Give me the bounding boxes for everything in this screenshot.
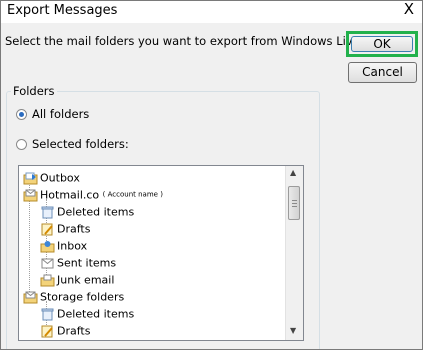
all-folders-radio[interactable] (16, 109, 27, 120)
tree-item-sent-items[interactable]: Sent items (40, 254, 116, 271)
scroll-down-icon[interactable]: ▼ (290, 326, 296, 335)
tree-item-outbox[interactable]: Outbox (23, 169, 80, 186)
junk-email-icon (40, 274, 55, 286)
storage-folder-icon (23, 291, 38, 303)
tree-scrollbar[interactable]: ▲ ▼ (285, 166, 303, 340)
drafts-icon (41, 325, 53, 337)
tree-item-inbox[interactable]: Inbox (40, 237, 87, 254)
cancel-button[interactable]: Cancel (348, 62, 417, 83)
tree-item-junk-email[interactable]: Junk email (40, 271, 114, 288)
scroll-thumb[interactable] (288, 186, 300, 220)
export-messages-dialog: Export Messages X Select the mail folder… (0, 0, 423, 350)
recycle-bin-icon (41, 206, 54, 218)
account-folder-icon (23, 189, 38, 201)
folder-tree[interactable]: Outbox Hotmail.co ( Account name ) Delet… (18, 165, 304, 341)
all-folders-label[interactable]: All folders (32, 107, 89, 121)
ok-button-highlight: OK (346, 31, 418, 57)
tree-item-hotmail[interactable]: Hotmail.co ( Account name ) (23, 186, 163, 203)
tree-item-deleted-items[interactable]: Deleted items (40, 203, 134, 220)
drafts-icon (41, 223, 53, 235)
tree-item-drafts[interactable]: Drafts (40, 220, 90, 237)
tree-item-storage-folders[interactable]: Storage folders (23, 288, 124, 305)
tree-item-storage-drafts[interactable]: Drafts (40, 322, 90, 339)
recycle-bin-icon (41, 308, 54, 320)
scroll-up-icon[interactable]: ▲ (290, 168, 296, 177)
selected-folders-label[interactable]: Selected folders: (32, 137, 129, 151)
folders-group-label: Folders (11, 84, 57, 98)
instruction-text: Select the mail folders you want to expo… (5, 34, 391, 48)
sent-items-icon (41, 258, 54, 268)
outbox-folder-icon (23, 172, 38, 184)
inbox-icon (40, 240, 55, 252)
ok-button[interactable]: OK (351, 36, 413, 52)
tree-item-storage-deleted-items[interactable]: Deleted items (40, 305, 134, 322)
selected-folders-radio[interactable] (16, 139, 27, 150)
dialog-title: Export Messages (7, 3, 118, 18)
account-name-note: ( Account name ) (102, 190, 163, 199)
close-icon[interactable]: X (404, 1, 414, 18)
title-bar: Export Messages X (1, 1, 422, 23)
